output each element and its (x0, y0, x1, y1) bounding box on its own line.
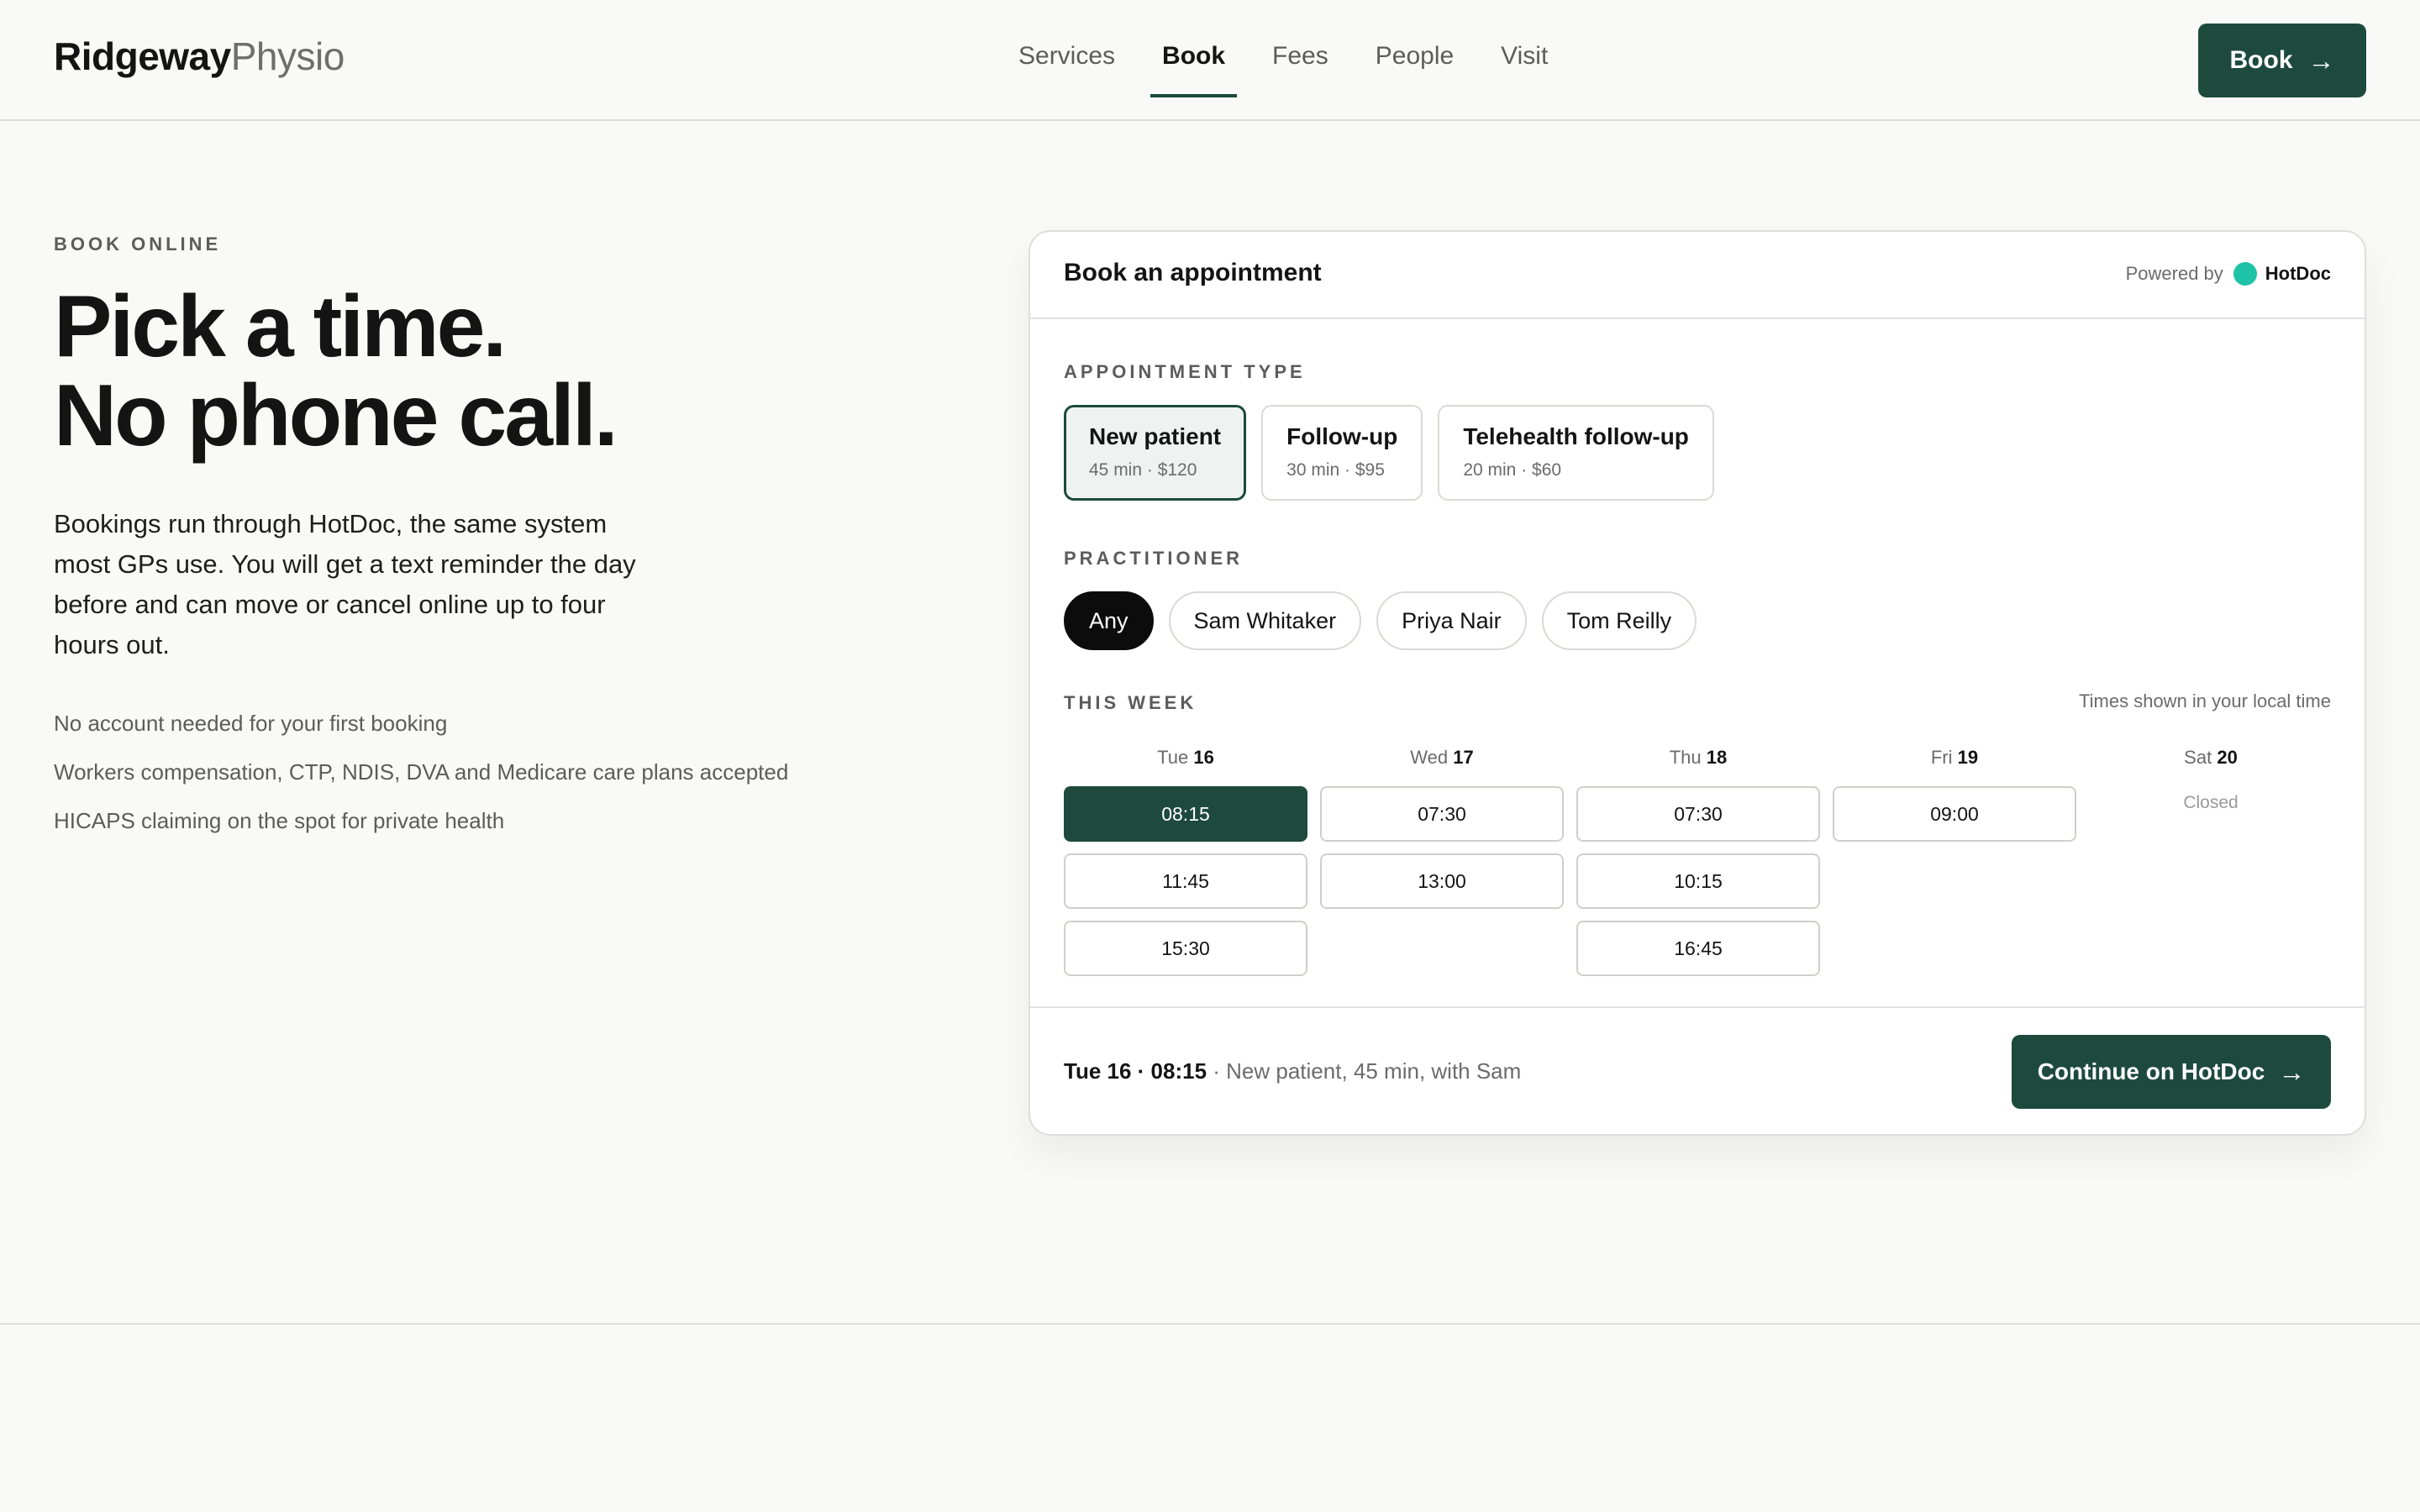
appointment-type-label: APPOINTMENT TYPE (1064, 361, 1306, 382)
appointment-type-sub: 20 min · $60 (1463, 460, 1562, 480)
day-column-sat: Sat 20 Closed (2089, 741, 2333, 813)
powered-by-label: Powered by (2125, 263, 2223, 284)
day-date: 19 (1957, 747, 1979, 768)
widget-title: Book an appointment (1064, 259, 1322, 286)
time-slot[interactable]: 08:15 (1064, 786, 1307, 842)
hotdoc-logo-icon (2233, 262, 2257, 286)
local-time-note: Times shown in your local time (2079, 690, 2331, 711)
time-slot[interactable]: 07:30 (1320, 786, 1564, 842)
appointment-type-group: New patient 45 min · $120 Follow-up 30 m… (1064, 405, 1714, 501)
day-header: Sat 20 (2089, 741, 2333, 774)
brand-logo[interactable]: RidgewayPhysio (54, 34, 345, 79)
practitioner-group: Any Sam Whitaker Priya Nair Tom Reilly (1064, 591, 1697, 650)
nav-item-fees[interactable]: Fees (1249, 42, 1352, 97)
day-of-week: Sat (2184, 747, 2212, 768)
appointment-type-title: Follow-up (1286, 423, 1398, 449)
day-of-week: Thu (1669, 747, 1702, 768)
day-date: 18 (1706, 747, 1728, 768)
time-slot[interactable]: 11:45 (1064, 853, 1307, 909)
time-slot[interactable]: 15:30 (1064, 921, 1307, 976)
appointment-type-sub: 45 min · $120 (1089, 460, 1197, 480)
day-date: 16 (1193, 747, 1214, 768)
nav-item-services[interactable]: Services (995, 42, 1139, 97)
widget-header: Book an appointment Powered by HotDoc (1030, 232, 2365, 319)
day-column-fri: Fri 19 09:00 (1833, 741, 2076, 842)
practitioner-chip-priya-nair[interactable]: Priya Nair (1376, 591, 1527, 650)
appointment-type-title: New patient (1089, 423, 1222, 449)
closed-label: Closed (2183, 793, 2238, 812)
site-header: RidgewayPhysio Services Book Fees People… (0, 0, 2420, 121)
header-book-button[interactable]: Book → (2198, 24, 2366, 97)
nav-item-people[interactable]: People (1352, 42, 1477, 97)
feature-item: No account needed for your first booking (54, 711, 448, 736)
day-of-week: Wed (1410, 747, 1449, 768)
widget-footer: Tue 16 · 08:15 · New patient, 45 min, wi… (1030, 1006, 2365, 1134)
time-slot[interactable]: 16:45 (1576, 921, 1820, 976)
day-date: 20 (2217, 747, 2238, 768)
practitioner-chip-any[interactable]: Any (1064, 591, 1154, 650)
summary-datetime: Tue 16 · 08:15 (1064, 1058, 1207, 1084)
week-label: THIS WEEK (1064, 692, 1197, 713)
nav-item-visit[interactable]: Visit (1477, 42, 1571, 97)
practitioner-chip-tom-reilly[interactable]: Tom Reilly (1541, 591, 1697, 650)
practitioner-chip-sam-whitaker[interactable]: Sam Whitaker (1168, 591, 1362, 650)
continue-label: Continue on HotDoc (2037, 1058, 2265, 1084)
availability-grid: Tue 16 08:15 11:45 15:30 Wed 17 07:30 13… (1064, 741, 2334, 993)
day-column-tue: Tue 16 08:15 11:45 15:30 (1064, 741, 1307, 976)
headline-line-1: Pick a time. (54, 278, 507, 375)
day-header: Tue 16 (1064, 741, 1307, 774)
day-header: Fri 19 (1833, 741, 2076, 774)
nav-item-book[interactable]: Book (1139, 42, 1249, 97)
day-of-week: Tue (1157, 747, 1189, 768)
day-column-wed: Wed 17 07:30 13:00 (1320, 741, 1564, 909)
arrow-right-icon: → (2307, 45, 2335, 76)
main-nav: Services Book Fees People Visit (995, 42, 1571, 97)
summary-details: · New patient, 45 min, with Sam (1207, 1058, 1522, 1084)
continue-on-hotdoc-button[interactable]: Continue on HotDoc → (2012, 1035, 2331, 1109)
hero-lede: Bookings run through HotDoc, the same sy… (54, 509, 636, 659)
day-header: Thu 18 (1576, 741, 1820, 774)
appointment-type-follow-up[interactable]: Follow-up 30 min · $95 (1261, 405, 1423, 501)
day-date: 17 (1453, 747, 1474, 768)
provider-name: HotDoc (2265, 263, 2331, 284)
headline-line-2: No phone call. (54, 367, 618, 465)
day-of-week: Fri (1930, 747, 1953, 768)
day-header: Wed 17 (1320, 741, 1564, 774)
powered-by: Powered by HotDoc (2126, 262, 2331, 286)
time-slot[interactable]: 09:00 (1833, 786, 2076, 842)
feature-list: No account needed for your first booking… (54, 704, 788, 850)
booking-summary: Tue 16 · 08:15 · New patient, 45 min, wi… (1064, 1058, 1521, 1084)
hero-eyebrow: BOOK ONLINE (54, 234, 222, 255)
brand-name-light: Physio (230, 34, 345, 78)
time-slot[interactable]: 13:00 (1320, 853, 1564, 909)
section-divider (0, 1323, 2420, 1325)
feature-item: Workers compensation, CTP, NDIS, DVA and… (54, 759, 789, 785)
brand-name-bold: Ridgeway (54, 34, 231, 78)
hero-headline: Pick a time. No phone call. (54, 278, 618, 465)
feature-item: HICAPS claiming on the spot for private … (54, 808, 505, 833)
time-slot[interactable]: 07:30 (1576, 786, 1820, 842)
day-column-thu: Thu 18 07:30 10:15 16:45 (1576, 741, 1820, 976)
practitioner-label: PRACTITIONER (1064, 548, 1243, 569)
appointment-type-new-patient[interactable]: New patient 45 min · $120 (1064, 405, 1247, 501)
time-slot[interactable]: 10:15 (1576, 853, 1820, 909)
appointment-type-title: Telehealth follow-up (1463, 423, 1689, 449)
booking-widget: Book an appointment Powered by HotDoc AP… (1028, 230, 2366, 1136)
appointment-type-sub: 30 min · $95 (1286, 460, 1385, 480)
arrow-right-icon: → (2278, 1056, 2306, 1087)
header-book-label: Book (2229, 46, 2293, 74)
appointment-type-telehealth[interactable]: Telehealth follow-up 20 min · $60 (1438, 405, 1714, 501)
